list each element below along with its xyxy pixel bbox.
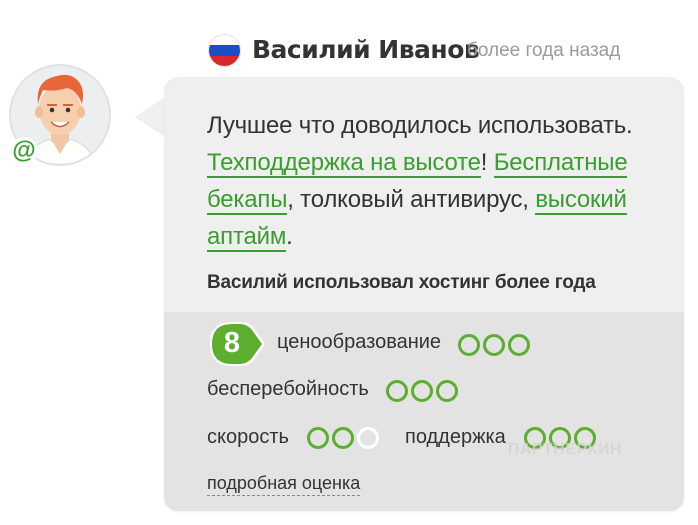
score-value: 8 xyxy=(223,327,241,359)
review-text: Лучшее что доводилось использовать. Техп… xyxy=(207,107,657,255)
rating-dots-pricing xyxy=(458,334,530,356)
review-text-part: . xyxy=(286,223,293,250)
rating-label-speed: скорость xyxy=(207,426,289,448)
usage-duration: Василий использовал хостинг более года xyxy=(207,272,596,293)
author-name[interactable]: Василий Иванов xyxy=(252,35,480,64)
detailed-rating-link[interactable]: подробная оценка xyxy=(207,473,361,496)
rating-dot-filled xyxy=(458,334,480,356)
rating-dot-filled xyxy=(307,427,329,449)
rating-dot-filled xyxy=(332,427,354,449)
link-support[interactable]: Техподдержка на высоте xyxy=(207,149,481,178)
rating-dot-filled xyxy=(386,380,408,402)
review-text-part: Лучшее что доводилось использовать. xyxy=(207,112,633,139)
rating-dot-filled xyxy=(483,334,505,356)
review-text-part: , толковый антивирус, xyxy=(287,186,536,213)
review-text-part: ! xyxy=(480,149,494,176)
rating-dot-filled xyxy=(436,380,458,402)
rating-label-pricing: ценообразование xyxy=(277,331,442,353)
rating-dot-filled xyxy=(508,334,530,356)
review-time: более года назад xyxy=(467,40,621,61)
at-sign-icon: @ xyxy=(10,137,38,165)
rating-dots-speed xyxy=(307,427,379,449)
rating-label-reliability: бесперебойность xyxy=(207,378,369,400)
rating-label-support: поддержка xyxy=(405,426,506,448)
russia-flag-icon xyxy=(209,35,240,66)
bubble-tail xyxy=(135,97,165,137)
rating-dot-filled xyxy=(411,380,433,402)
rating-dot-empty xyxy=(357,427,379,449)
watermark: ПАРТНЕРКИН xyxy=(508,441,623,458)
rating-dots-reliability xyxy=(386,380,458,402)
